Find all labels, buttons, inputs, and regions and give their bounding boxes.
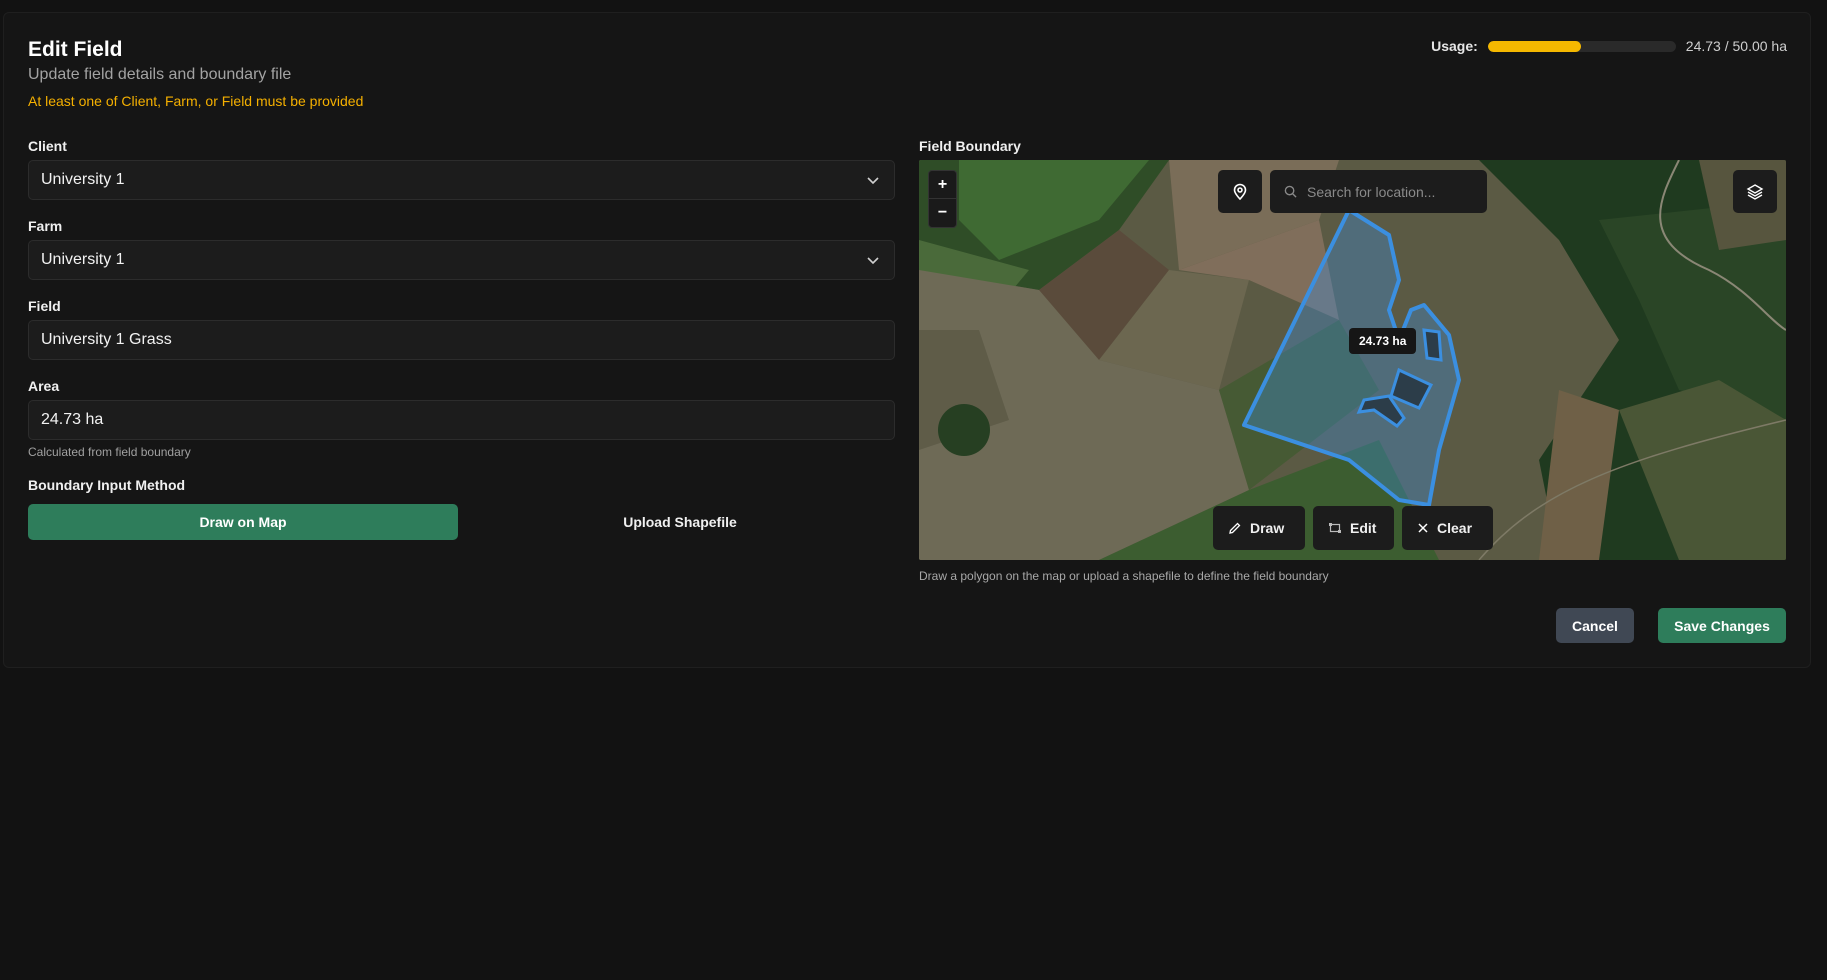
- edit-shape-icon: [1329, 523, 1341, 533]
- map-pin-icon: [1233, 183, 1247, 200]
- client-label: Client: [28, 138, 67, 154]
- upload-shapefile-button[interactable]: Upload Shapefile: [465, 504, 895, 540]
- boundary-method-label: Boundary Input Method: [28, 477, 186, 493]
- save-changes-button[interactable]: Save Changes: [1658, 608, 1786, 643]
- pencil-icon: [1229, 522, 1241, 534]
- map-hint: Draw a polygon on the map or upload a sh…: [919, 569, 1329, 583]
- usage-bar-fill: [1487, 40, 1581, 52]
- zoom-control: + −: [928, 170, 957, 228]
- layers-button[interactable]: [1733, 170, 1777, 213]
- clear-tool-label: Clear: [1437, 520, 1473, 536]
- layers-icon: [1746, 183, 1764, 200]
- field-name-value: University 1 Grass: [41, 331, 172, 348]
- map-view[interactable]: + − 24.73 ha Draw E: [919, 160, 1786, 560]
- page-title: Edit Field: [28, 38, 123, 61]
- usage-bar: [1487, 40, 1676, 52]
- search-icon: [1284, 185, 1297, 198]
- location-search-input[interactable]: [1307, 183, 1467, 200]
- area-value: 24.73 ha: [41, 411, 104, 428]
- edit-tool-button[interactable]: Edit: [1313, 506, 1394, 550]
- edit-tool-label: Edit: [1350, 520, 1377, 536]
- farm-label: Farm: [28, 218, 63, 234]
- page-subtitle: Update field details and boundary file: [28, 66, 292, 83]
- cancel-button[interactable]: Cancel: [1556, 608, 1634, 643]
- location-search[interactable]: [1270, 170, 1487, 213]
- draw-tool-label: Draw: [1250, 520, 1285, 536]
- chevron-down-icon: [867, 177, 879, 185]
- field-name-input[interactable]: University 1 Grass: [28, 320, 895, 360]
- farm-value: University 1: [41, 251, 125, 268]
- usage-value: 24.73 / 50.00 ha: [1685, 38, 1787, 54]
- usage-label: Usage:: [1431, 38, 1478, 54]
- client-value: University 1: [41, 171, 125, 188]
- client-select[interactable]: University 1: [28, 160, 895, 200]
- zoom-in-button[interactable]: +: [929, 171, 956, 199]
- area-label: Area: [28, 378, 60, 394]
- locate-button[interactable]: [1218, 170, 1262, 213]
- usage-meter: Usage: 24.73 / 50.00 ha: [1431, 37, 1787, 55]
- field-boundary-label: Field Boundary: [919, 138, 1021, 154]
- x-icon: [1418, 523, 1428, 533]
- area-tooltip: 24.73 ha: [1349, 328, 1417, 354]
- chevron-down-icon: [867, 257, 879, 265]
- area-hint: Calculated from field boundary: [28, 445, 191, 459]
- farm-select[interactable]: University 1: [28, 240, 895, 280]
- clear-tool-button[interactable]: Clear: [1402, 506, 1493, 550]
- draw-on-map-button[interactable]: Draw on Map: [28, 504, 458, 540]
- validation-warning: At least one of Client, Farm, or Field m…: [28, 93, 364, 109]
- area-input: 24.73 ha: [28, 400, 895, 440]
- draw-tool-button[interactable]: Draw: [1213, 506, 1305, 550]
- field-label: Field: [28, 298, 61, 314]
- satellite-imagery: [919, 160, 1786, 560]
- zoom-out-button[interactable]: −: [929, 199, 956, 227]
